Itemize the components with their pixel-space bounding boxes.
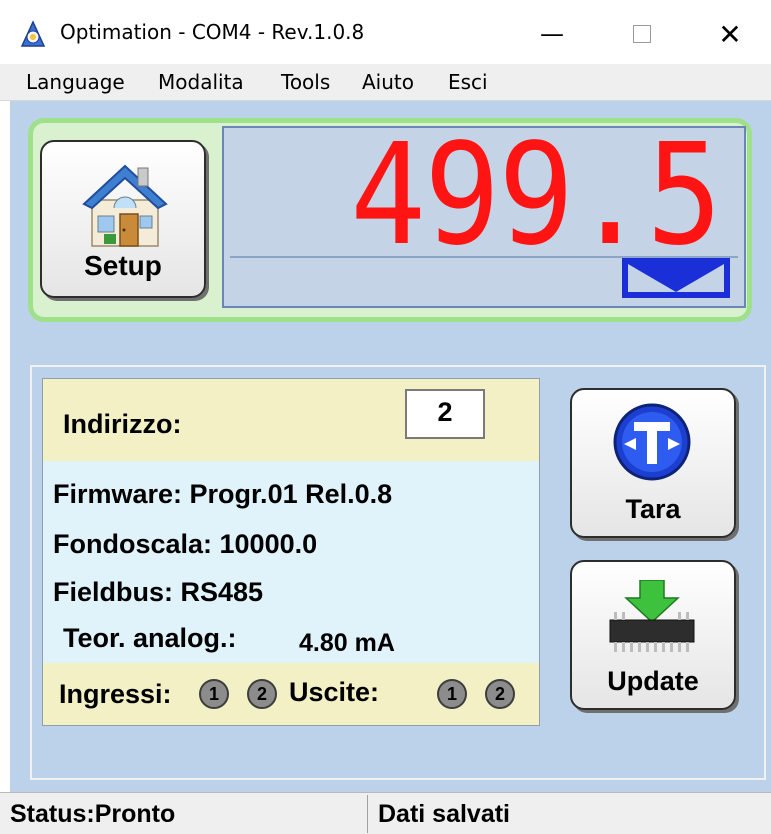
close-button[interactable]: ✕ xyxy=(700,14,760,54)
menu-modalita[interactable]: Modalita xyxy=(158,70,244,94)
close-icon: ✕ xyxy=(718,17,742,51)
envelope-icon xyxy=(622,258,730,298)
app-icon xyxy=(20,20,46,47)
fieldbus-text: Fieldbus: RS485 xyxy=(53,577,264,607)
update-button[interactable]: Update xyxy=(570,560,736,710)
fondoscala-text: Fondoscala: 10000.0 xyxy=(53,529,318,559)
setup-button-label: Setup xyxy=(84,250,162,281)
menu-bar: Language Modalita Tools Aiuto Esci xyxy=(0,64,771,101)
address-label: Indirizzo: xyxy=(63,409,182,439)
tara-button-label: Tara xyxy=(625,494,681,524)
window-title: Optimation - COM4 - Rev.1.0.8 xyxy=(60,20,365,44)
address-row: Indirizzo: 2 xyxy=(43,379,539,461)
menu-language[interactable]: Language xyxy=(26,70,125,94)
output-1-led: 1 xyxy=(437,679,467,709)
setup-button[interactable]: Setup xyxy=(40,140,206,298)
menu-aiuto[interactable]: Aiuto xyxy=(362,70,414,94)
minimize-icon: — xyxy=(540,20,564,48)
input-2-led: 2 xyxy=(247,679,277,709)
tare-icon xyxy=(613,403,691,481)
menu-esci[interactable]: Esci xyxy=(448,70,488,94)
firmware-text: Firmware: Progr.01 Rel.0.8 xyxy=(53,479,393,509)
analog-value: 4.80 mA xyxy=(299,629,395,657)
analog-label: Teor. analog.: xyxy=(63,623,237,653)
device-info-card: Indirizzo: 2 Firmware: Progr.01 Rel.0.8 … xyxy=(42,378,540,726)
weight-display: 499.5 xyxy=(222,126,746,308)
update-button-label: Update xyxy=(607,666,699,696)
input-1-led: 1 xyxy=(199,679,229,709)
status-bar: Status:Pronto Dati salvati xyxy=(0,792,771,834)
output-2-led: 2 xyxy=(485,679,515,709)
weight-value: 499.5 xyxy=(349,114,722,277)
outputs-label: Uscite: xyxy=(289,677,380,707)
tara-button[interactable]: Tara xyxy=(570,388,736,538)
maximize-button[interactable] xyxy=(612,14,672,54)
status-left: Status:Pronto xyxy=(0,795,368,833)
minimize-button[interactable]: — xyxy=(522,14,582,54)
maximize-icon xyxy=(633,25,651,43)
house-icon xyxy=(82,164,168,247)
title-bar: Optimation - COM4 - Rev.1.0.8 — ✕ xyxy=(0,0,771,64)
address-field[interactable]: 2 xyxy=(405,389,485,439)
io-row: Ingressi: 1 2 Uscite: 1 2 xyxy=(43,663,539,725)
inputs-label: Ingressi: xyxy=(59,679,172,709)
menu-tools[interactable]: Tools xyxy=(281,70,330,94)
chip-download-icon xyxy=(609,580,695,652)
status-right: Dati salvati xyxy=(378,800,511,828)
